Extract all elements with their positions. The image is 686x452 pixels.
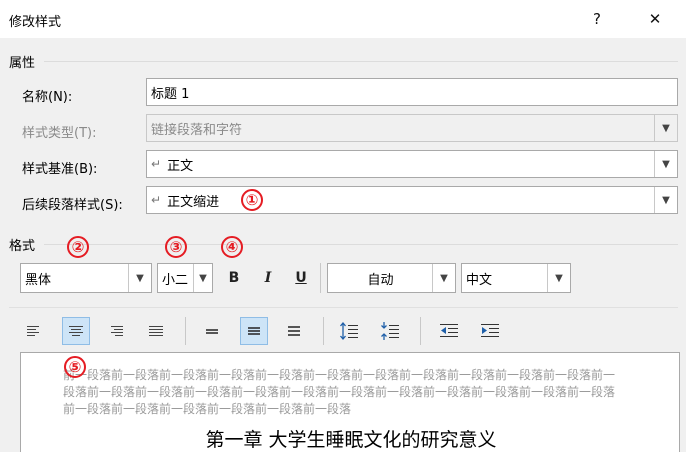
marker-4: ④ [221, 236, 243, 258]
align-left-icon [27, 326, 39, 336]
font-select[interactable]: 黑体 ▼ [20, 263, 152, 293]
decrease-spacing-before-button[interactable] [376, 317, 404, 345]
align-right-button[interactable] [102, 317, 130, 345]
style-type-label: 样式类型(T): [22, 126, 97, 141]
one-half-spacing-icon [248, 327, 260, 335]
font-size-value: 小二 [162, 272, 189, 288]
name-label: 名称(N): [22, 90, 73, 105]
chevron-down-icon[interactable]: ▼ [654, 187, 677, 213]
marker-1: ① [241, 189, 263, 211]
title-bar: 修改样式 ? ✕ [0, 0, 686, 38]
style-preview-pane: 前一段落前一段落前一段落前一段落前一段落前一段落前一段落前一段落前一段落前一段落… [20, 352, 680, 452]
increase-spacing-before-button[interactable] [335, 317, 363, 345]
format-separator [44, 244, 678, 245]
chevron-down-icon: ▼ [654, 115, 677, 141]
script-value: 中文 [466, 272, 493, 288]
italic-button[interactable]: I [257, 267, 279, 289]
style-type-select: 链接段落和字符 ▼ [146, 114, 678, 142]
close-button[interactable]: ✕ [632, 0, 678, 38]
decrease-indent-button[interactable] [435, 317, 463, 345]
font-color-value: 自动 [367, 272, 394, 288]
based-on-select[interactable]: ↵ 正文 ▼ [146, 150, 678, 178]
paragraph-mark-icon: ↵ [151, 193, 162, 207]
name-value: 标题 1 [151, 86, 190, 102]
toolbar-divider [420, 317, 421, 345]
font-color-select[interactable]: 自动 ▼ [327, 263, 456, 293]
chevron-down-icon[interactable]: ▼ [432, 264, 455, 292]
font-size-select[interactable]: 小二 ▼ [157, 263, 213, 293]
double-spacing-icon [288, 326, 300, 336]
based-on-value: 正文 [167, 158, 194, 174]
underline-button[interactable]: U [290, 267, 312, 289]
based-on-label: 样式基准(B): [22, 162, 98, 177]
preview-previous-paragraph: 前一段落前一段落前一段落前一段落前一段落前一段落前一段落前一段落前一段落前一段落… [63, 368, 616, 416]
name-input[interactable]: 标题 1 [146, 78, 678, 106]
bold-button[interactable]: B [223, 267, 245, 289]
style-type-value: 链接段落和字符 [151, 122, 243, 138]
help-button[interactable]: ? [574, 0, 620, 38]
align-right-icon [111, 326, 123, 336]
decrease-indent-icon [440, 324, 458, 337]
chevron-down-icon[interactable]: ▼ [128, 264, 151, 292]
following-style-value: 正文缩进 [167, 194, 220, 210]
properties-section-label: 属性 [9, 56, 36, 71]
justify-icon [149, 326, 163, 336]
single-spacing-icon [206, 329, 218, 334]
align-left-button[interactable] [20, 317, 48, 345]
toolbar-divider [185, 317, 186, 345]
align-center-button[interactable] [62, 317, 90, 345]
marker-5: ⑤ [64, 356, 86, 378]
double-spacing-button[interactable] [280, 317, 308, 345]
preview-heading: 第一章 大学生睡眠文化的研究意义 [205, 429, 497, 451]
following-style-select[interactable]: ↵ 正文缩进 ▼ [146, 186, 678, 214]
chevron-down-icon[interactable]: ▼ [193, 264, 212, 292]
toolbar-separator [9, 307, 678, 308]
script-select[interactable]: 中文 ▼ [461, 263, 571, 293]
align-center-icon [69, 326, 83, 336]
justify-button[interactable] [142, 317, 170, 345]
decrease-paragraph-spacing-icon [381, 322, 399, 340]
font-value: 黑体 [25, 272, 52, 288]
increase-indent-icon [481, 324, 499, 337]
dialog-title: 修改样式 [9, 15, 62, 30]
chevron-down-icon[interactable]: ▼ [654, 151, 677, 177]
chevron-down-icon[interactable]: ▼ [547, 264, 570, 292]
increase-paragraph-spacing-icon [340, 321, 358, 341]
single-spacing-button[interactable] [198, 317, 226, 345]
increase-indent-button[interactable] [476, 317, 504, 345]
toolbar-divider [323, 317, 324, 345]
marker-2: ② [67, 236, 89, 258]
following-style-label: 后续段落样式(S): [22, 198, 123, 213]
marker-3: ③ [165, 236, 187, 258]
properties-separator [44, 61, 678, 62]
format-section-label: 格式 [9, 239, 36, 254]
one-half-spacing-button[interactable] [240, 317, 268, 345]
toolbar-divider [320, 263, 321, 293]
paragraph-mark-icon: ↵ [151, 157, 162, 171]
